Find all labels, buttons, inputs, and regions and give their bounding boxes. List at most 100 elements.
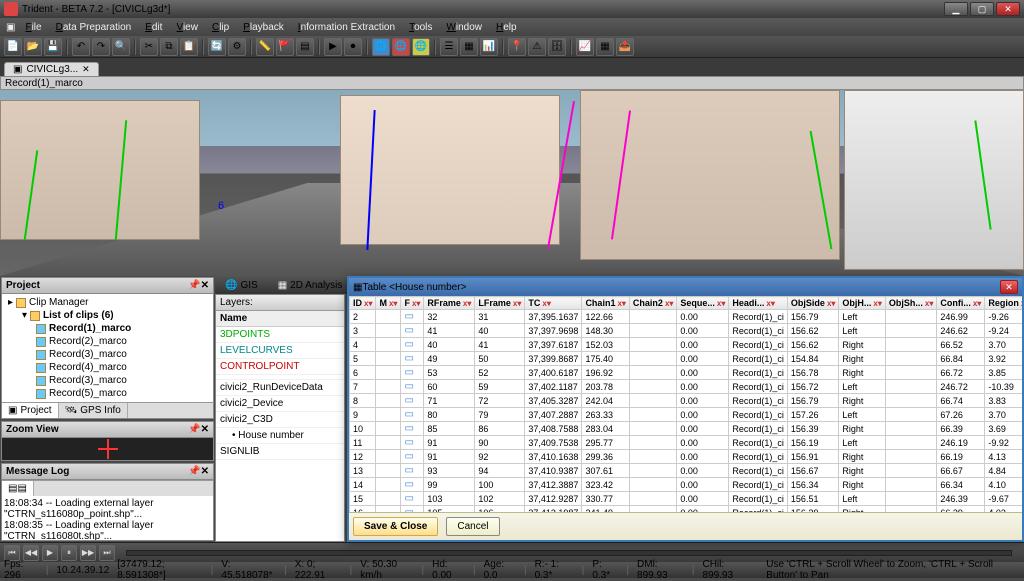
tab-project[interactable]: ▣ Project — [2, 403, 59, 418]
menu-information-extraction[interactable]: Information Extraction — [292, 20, 401, 35]
forward-end-button[interactable]: ⏭ — [99, 545, 115, 561]
table-row[interactable]: 13▭939437,410.9387307.610.00Record(1)_ci… — [350, 464, 1023, 478]
table-row[interactable]: 9▭807937,407.2887263.330.00Record(1)_ci1… — [350, 408, 1023, 422]
forward-button[interactable]: ▶▶ — [80, 545, 96, 561]
pause-button[interactable]: ⏸ — [61, 545, 77, 561]
tool-globe-blue-icon[interactable]: 🌐 — [372, 38, 390, 56]
layer-row[interactable]: civici2_C3D — [216, 412, 344, 428]
col-header[interactable]: ObjH...x▾ — [839, 297, 885, 310]
maximize-button[interactable]: ▢ — [970, 2, 994, 16]
table-titlebar[interactable]: ▦ Table <House number> ✕ — [349, 278, 1022, 296]
minimize-button[interactable]: ▁ — [944, 2, 968, 16]
table-close-button[interactable]: ✕ — [1000, 280, 1018, 294]
tool-stack-icon[interactable]: ☰ — [440, 38, 458, 56]
col-header[interactable]: LFramex▾ — [475, 297, 525, 310]
layer-row[interactable]: 3DPOINTS — [216, 327, 344, 343]
tool-db-icon[interactable]: 🗄 — [548, 38, 566, 56]
tool-export-icon[interactable]: 📤 — [616, 38, 634, 56]
panel-close-icon[interactable]: ✕ — [201, 280, 209, 291]
message-log[interactable]: 18:08:34 -- Loading external layer "CTRN… — [2, 496, 213, 540]
tree-group[interactable]: ▾List of clips (6) — [4, 309, 211, 322]
tool-record-icon[interactable]: ⏺ — [344, 38, 362, 56]
log-tab[interactable]: ▤▤ — [2, 481, 34, 496]
tool-refresh-icon[interactable]: 🔄 — [208, 38, 226, 56]
col-header[interactable]: IDx▾ — [350, 297, 376, 310]
layer-row[interactable]: civici2_Device — [216, 396, 344, 412]
table-row[interactable]: 6▭535237,400.6187196.920.00Record(1)_ci1… — [350, 366, 1023, 380]
menu-view[interactable]: View — [170, 20, 204, 35]
timeline-slider[interactable] — [126, 550, 1012, 556]
tool-play-icon[interactable]: ▶ — [324, 38, 342, 56]
col-header[interactable]: Confi...x▾ — [937, 297, 985, 310]
tool-paste-icon[interactable]: 📋 — [180, 38, 198, 56]
tool-copy-icon[interactable]: ⧉ — [160, 38, 178, 56]
panel-close-icon[interactable]: ✕ — [201, 424, 209, 435]
col-header[interactable]: ObjSidex▾ — [787, 297, 838, 310]
tool-globe-red-icon[interactable]: 🌐 — [392, 38, 410, 56]
zoom-view[interactable] — [2, 438, 213, 460]
gis-tab[interactable]: 🌐 GIS — [219, 278, 264, 293]
tool-zoom-icon[interactable]: 🔍 — [112, 38, 130, 56]
clip-item[interactable]: Record(2)_marco — [4, 335, 211, 348]
table-row[interactable]: 4▭404137,397.6187152.030.00Record(1)_ci1… — [350, 338, 1023, 352]
col-header[interactable]: Seque...x▾ — [677, 297, 729, 310]
table-row[interactable]: 5▭495037,399.8687175.400.00Record(1)_ci1… — [350, 352, 1023, 366]
play-button[interactable]: ▶ — [42, 545, 58, 561]
menu-edit[interactable]: Edit — [139, 20, 168, 35]
tool-save-icon[interactable]: 💾 — [44, 38, 62, 56]
tool-cut-icon[interactable]: ✂ — [140, 38, 158, 56]
table-row[interactable]: 14▭9910037,412.3887323.420.00Record(1)_c… — [350, 478, 1023, 492]
tool-measure-icon[interactable]: 📏 — [256, 38, 274, 56]
col-header[interactable]: Fx▾ — [401, 297, 424, 310]
clip-item[interactable]: Record(4)_marco — [4, 361, 211, 374]
tool-gear-icon[interactable]: ⚙ — [228, 38, 246, 56]
save-close-button[interactable]: Save & Close — [353, 517, 438, 536]
table-scroll[interactable]: IDx▾Mx▾Fx▾RFramex▾LFramex▾TCx▾Chain1x▾Ch… — [349, 296, 1022, 512]
tool-graph-icon[interactable]: 📊 — [480, 38, 498, 56]
menu-clip[interactable]: Clip — [206, 20, 235, 35]
tool-chart-icon[interactable]: 📈 — [576, 38, 594, 56]
col-header[interactable]: Regionx▾ — [985, 297, 1022, 310]
layer-row[interactable]: • House number — [216, 428, 344, 444]
table-row[interactable]: 12▭919237,410.1638299.360.00Record(1)_ci… — [350, 450, 1023, 464]
tool-second-icon[interactable]: ▦ — [460, 38, 478, 56]
tool-flag-icon[interactable]: 🚩 — [276, 38, 294, 56]
tool-grid-icon[interactable]: ▦ — [596, 38, 614, 56]
tool-layers-icon[interactable]: ▤ — [296, 38, 314, 56]
tool-globe-yellow-icon[interactable]: 🌐 — [412, 38, 430, 56]
clip-tree[interactable]: ▸Clip Manager ▾List of clips (6) Record(… — [2, 294, 213, 402]
clip-item[interactable]: Record(5)_marco — [4, 387, 211, 400]
tree-root[interactable]: ▸Clip Manager — [4, 296, 211, 309]
layer-row[interactable]: CONTROLPOINT — [216, 359, 344, 375]
menu-window[interactable]: Window — [440, 20, 488, 35]
tab-close-icon[interactable]: ✕ — [82, 64, 90, 75]
panel-close-icon[interactable]: ✕ — [201, 466, 209, 477]
layer-row[interactable]: LEVELCURVES — [216, 343, 344, 359]
cancel-button[interactable]: Cancel — [446, 517, 499, 536]
video-viewport[interactable]: Record(1)_marco 6 — [0, 76, 1024, 276]
table-row[interactable]: 15▭10310237,412.9287330.770.00Record(1)_… — [350, 492, 1023, 506]
layer-row[interactable]: civici2_RunDeviceData — [216, 380, 344, 396]
col-header[interactable]: ObjSh...x▾ — [885, 297, 936, 310]
tab-gps-info[interactable]: 🛰 GPS Info — [59, 403, 128, 418]
tool-sign-icon[interactable]: ⚠ — [528, 38, 546, 56]
table-row[interactable]: 10▭858637,408.7588283.040.00Record(1)_ci… — [350, 422, 1023, 436]
table-row[interactable]: 3▭414037,397.9698148.300.00Record(1)_ci1… — [350, 324, 1023, 338]
tool-open-icon[interactable]: 📂 — [24, 38, 42, 56]
menu-tools[interactable]: Tools — [403, 20, 438, 35]
document-tab[interactable]: ▣ CIVICLg3... ✕ — [4, 62, 99, 76]
2d-analysis-tab[interactable]: ▦ 2D Analysis — [272, 278, 349, 293]
table-row[interactable]: 7▭605937,402.1187203.780.00Record(1)_ci1… — [350, 380, 1023, 394]
tool-new-icon[interactable]: 📄 — [4, 38, 22, 56]
col-header[interactable]: TCx▾ — [525, 297, 582, 310]
clip-item[interactable]: Record(1)_marco — [4, 322, 211, 335]
clip-item[interactable]: Record(3)_marco — [4, 374, 211, 387]
table-row[interactable]: 2▭323137,395.1637122.660.00Record(1)_ci1… — [350, 310, 1023, 324]
menu-playback[interactable]: Playback — [237, 20, 290, 35]
col-header[interactable]: Mx▾ — [376, 297, 401, 310]
menu-help[interactable]: Help — [490, 20, 523, 35]
col-header[interactable]: Chain1x▾ — [582, 297, 629, 310]
col-header[interactable]: RFramex▾ — [424, 297, 475, 310]
menu-data-preparation[interactable]: Data Preparation — [50, 20, 138, 35]
tool-undo-icon[interactable]: ↶ — [72, 38, 90, 56]
